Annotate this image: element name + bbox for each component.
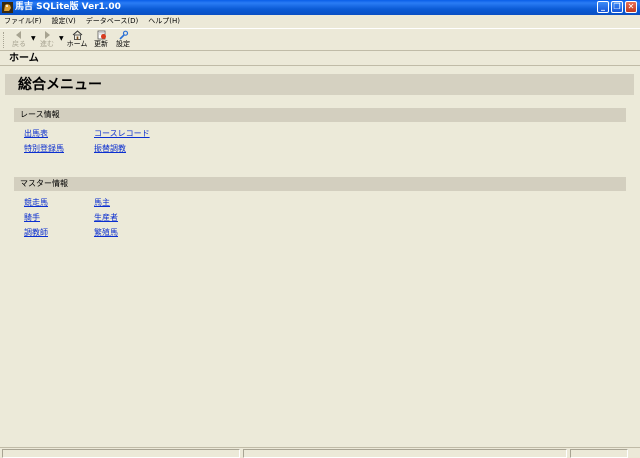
title-bar[interactable]: 馬吉 SQLite版 Ver1.00 _ ❐ ✕: [0, 0, 640, 15]
status-bar: [0, 447, 640, 458]
settings-wrench-icon: [118, 30, 128, 40]
minimize-button[interactable]: _: [597, 1, 609, 13]
toolbar: 戻る ▼ 進む ▼ ホーム 更新 設定: [0, 28, 640, 51]
restore-button[interactable]: ❐: [611, 1, 623, 13]
toolbar-grip[interactable]: [3, 32, 6, 48]
page-title-bar: 総合メニュー: [5, 74, 634, 95]
address-bar: ホーム: [0, 51, 640, 66]
menu-file[interactable]: ファイル(F): [4, 15, 42, 28]
link-special-registration[interactable]: 特別登録馬: [24, 144, 64, 154]
refresh-icon: [97, 30, 106, 40]
link-course-record[interactable]: コースレコード: [94, 129, 150, 139]
status-panel-3: [570, 449, 628, 458]
link-entries[interactable]: 出馬表: [24, 129, 48, 139]
settings-button[interactable]: 設定: [112, 30, 134, 50]
window-title: 馬吉 SQLite版 Ver1.00: [15, 2, 121, 12]
link-training[interactable]: 振替調教: [94, 144, 126, 154]
menu-database[interactable]: データベース(D): [86, 15, 139, 28]
section-header-master-info: マスター情報: [14, 177, 626, 191]
home-label: ホーム: [66, 40, 88, 48]
section-header-race-info: レース情報: [14, 108, 626, 122]
close-button[interactable]: ✕: [625, 1, 637, 13]
forward-label: 進む: [40, 40, 54, 48]
page-title: 総合メニュー: [18, 77, 102, 93]
refresh-label: 更新: [94, 40, 108, 48]
home-button[interactable]: ホーム: [66, 30, 88, 50]
status-panel-1: [2, 449, 240, 458]
home-icon: [72, 30, 82, 40]
section-title-master-info: マスター情報: [20, 179, 68, 188]
app-icon: [2, 2, 13, 13]
forward-button[interactable]: 進む: [36, 30, 58, 50]
section-title-race-info: レース情報: [20, 110, 60, 119]
content-area: 総合メニュー レース情報 出馬表 コースレコード 特別登録馬 振替調教 マスター…: [0, 66, 640, 447]
refresh-button[interactable]: 更新: [90, 30, 112, 50]
link-jockey[interactable]: 騎手: [24, 213, 40, 223]
link-trainer[interactable]: 調教師: [24, 228, 48, 238]
back-label: 戻る: [12, 40, 26, 48]
menu-settings[interactable]: 設定(V): [52, 15, 76, 28]
status-panel-2: [243, 449, 567, 458]
back-arrow-icon: [16, 31, 21, 39]
menu-bar: ファイル(F) 設定(V) データベース(D) ヘルプ(H): [0, 15, 640, 28]
settings-label: 設定: [116, 40, 130, 48]
forward-dropdown-icon[interactable]: ▼: [59, 35, 64, 42]
back-dropdown-icon[interactable]: ▼: [31, 35, 36, 42]
back-button[interactable]: 戻る: [8, 30, 30, 50]
link-racehorse[interactable]: 競走馬: [24, 198, 48, 208]
address-text: ホーム: [9, 53, 39, 64]
menu-help[interactable]: ヘルプ(H): [148, 15, 180, 28]
forward-arrow-icon: [45, 31, 50, 39]
link-breeder[interactable]: 生産者: [94, 213, 118, 223]
app-window: 馬吉 SQLite版 Ver1.00 _ ❐ ✕ ファイル(F) 設定(V) デ…: [0, 0, 640, 458]
link-broodmare[interactable]: 繁殖馬: [94, 228, 118, 238]
link-owner[interactable]: 馬主: [94, 198, 110, 208]
